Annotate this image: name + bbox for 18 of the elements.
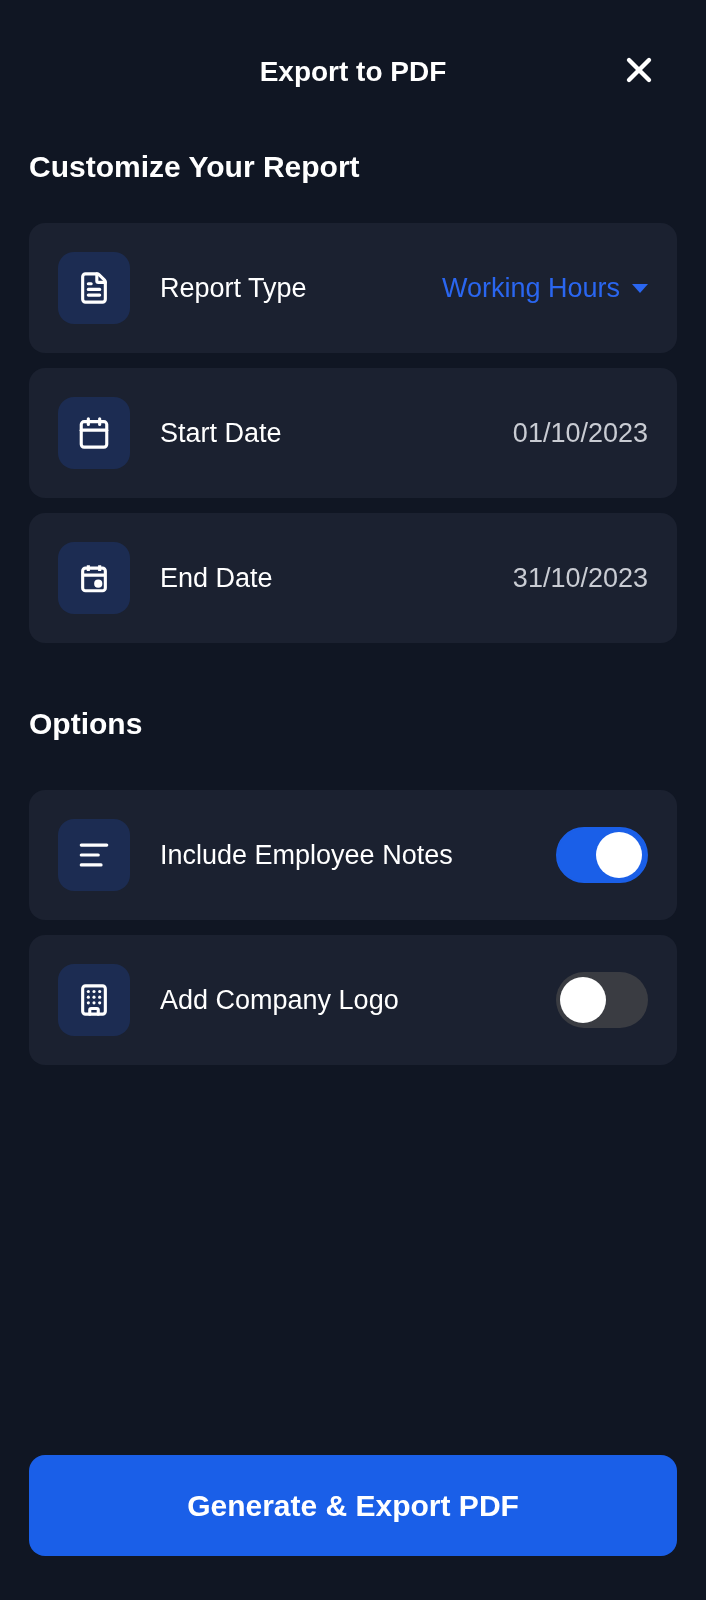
- date-row[interactable]: End Date 31/10/2023: [29, 513, 677, 643]
- dropdown-caret-icon: [632, 283, 648, 293]
- toggle-switch[interactable]: [556, 827, 648, 883]
- option-label: Include Employee Notes: [160, 838, 454, 872]
- generate-export-button[interactable]: Generate & Export PDF: [29, 1455, 677, 1556]
- option-label: Add Company Logo: [160, 983, 400, 1017]
- report-type-row[interactable]: Report Type Working Hours: [29, 223, 677, 353]
- date-row[interactable]: Start Date 01/10/2023: [29, 368, 677, 498]
- toggle-switch[interactable]: [556, 972, 648, 1028]
- date-value[interactable]: 01/10/2023: [512, 412, 648, 454]
- section-heading: Customize Your Report: [29, 149, 361, 185]
- calendar-icon: [77, 416, 111, 450]
- date-value[interactable]: 31/10/2023: [512, 557, 648, 599]
- row-label: End Date: [160, 561, 274, 595]
- row-label: Start Date: [160, 416, 283, 450]
- section-heading: Options: [29, 706, 144, 742]
- row-label: Report Type: [160, 271, 308, 305]
- dialog-title: Export to PDF: [259, 55, 447, 89]
